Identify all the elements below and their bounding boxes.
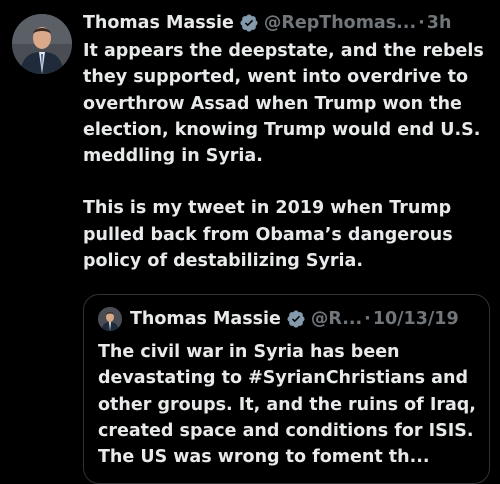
quoted-tweet-text: The civil war in Syria has been devastat…: [98, 342, 476, 468]
quoted-author-handle: @R...: [310, 309, 363, 329]
tweet-header: Thomas Massie @RepThomas... · 3h: [83, 11, 451, 35]
quoted-tweet-date: 10/13/19: [372, 309, 459, 329]
quoted-header-separator: ·: [364, 309, 371, 329]
quoted-author-name: Thomas Massie: [130, 309, 281, 329]
author-handle[interactable]: @RepThomas...: [264, 11, 416, 35]
quoted-author-avatar: [98, 307, 122, 331]
author-avatar[interactable]: [12, 14, 72, 74]
tweet[interactable]: Thomas Massie @RepThomas... · 3h It appe…: [0, 0, 500, 484]
author-name[interactable]: Thomas Massie: [83, 11, 234, 35]
author-avatar-image: [12, 14, 72, 74]
tweet-timestamp[interactable]: 3h: [427, 11, 452, 35]
verified-badge-icon: [240, 14, 258, 32]
tweet-paragraph: This is my tweet in 2019 when Trump pull…: [83, 198, 453, 272]
tweet-paragraph: It appears the deepstate, and the rebels…: [83, 41, 484, 167]
header-separator: ·: [418, 13, 425, 33]
quoted-verified-badge-icon: [287, 310, 305, 328]
quoted-tweet[interactable]: Thomas Massie @R... · 10/13/19 The civil…: [83, 294, 490, 484]
quoted-author-avatar-image: [98, 307, 122, 331]
tweet-text: It appears the deepstate, and the rebels…: [83, 38, 495, 274]
quoted-tweet-header: Thomas Massie @R... · 10/13/19: [98, 307, 459, 331]
